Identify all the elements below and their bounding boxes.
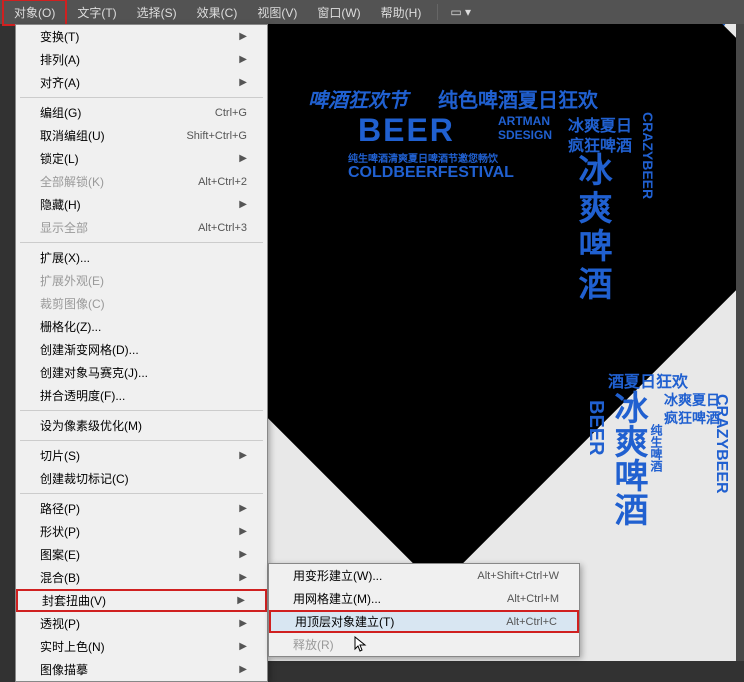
menu-help[interactable]: 帮助(H) bbox=[371, 1, 432, 24]
poster2-vert-beer: BEER bbox=[584, 400, 607, 456]
menu-live-paint[interactable]: 实时上色(N)▶ bbox=[16, 635, 267, 658]
menu-separator bbox=[20, 97, 263, 98]
chevron-right-icon: ▶ bbox=[239, 54, 247, 65]
menu-image-trace[interactable]: 图像描摹▶ bbox=[16, 658, 267, 681]
poster-beer: BEER bbox=[358, 112, 455, 149]
chevron-right-icon: ▶ bbox=[239, 618, 247, 629]
poster2-line1: 酒夏日狂欢 bbox=[608, 368, 688, 392]
chevron-right-icon: ▶ bbox=[239, 199, 247, 210]
poster-vert-crazy: CRAZYBEER bbox=[640, 112, 656, 199]
menu-blend[interactable]: 混合(B)▶ bbox=[16, 566, 267, 589]
submenu-make-with-warp[interactable]: 用变形建立(W)...Alt+Shift+Ctrl+W bbox=[269, 564, 579, 587]
poster-title-1: 啤酒狂欢节 bbox=[308, 84, 408, 113]
menu-slice[interactable]: 切片(S)▶ bbox=[16, 444, 267, 467]
submenu-make-with-top-object[interactable]: 用顶层对象建立(T)Alt+Ctrl+C bbox=[269, 610, 579, 633]
menu-object-mosaic[interactable]: 创建对象马赛克(J)... bbox=[16, 361, 267, 384]
menu-perspective[interactable]: 透视(P)▶ bbox=[16, 612, 267, 635]
menu-arrange[interactable]: 排列(A)▶ bbox=[16, 48, 267, 71]
object-menu: 变换(T)▶ 排列(A)▶ 对齐(A)▶ 编组(G)Ctrl+G 取消编组(U)… bbox=[15, 24, 268, 682]
menu-transform[interactable]: 变换(T)▶ bbox=[16, 25, 267, 48]
chevron-right-icon: ▶ bbox=[239, 153, 247, 164]
submenu-release[interactable]: 释放(R) bbox=[269, 633, 579, 656]
menu-gradient-mesh[interactable]: 创建渐变网格(D)... bbox=[16, 338, 267, 361]
chevron-right-icon: ▶ bbox=[239, 641, 247, 652]
chevron-right-icon: ▶ bbox=[239, 572, 247, 583]
menu-window[interactable]: 窗口(W) bbox=[307, 1, 370, 24]
menu-separator bbox=[20, 242, 263, 243]
chevron-right-icon: ▶ bbox=[237, 595, 245, 606]
menu-separator bbox=[20, 493, 263, 494]
chevron-right-icon: ▶ bbox=[239, 77, 247, 88]
poster-vert-brand: 冰爽啤酒 bbox=[568, 152, 617, 304]
envelope-distort-submenu: 用变形建立(W)...Alt+Shift+Ctrl+W 用网格建立(M)...A… bbox=[268, 563, 580, 657]
poster2-vert-brand: 冰爽啤酒 bbox=[604, 390, 653, 526]
menu-shape[interactable]: 形状(P)▶ bbox=[16, 520, 267, 543]
menu-envelope-distort[interactable]: 封套扭曲(V)▶ bbox=[16, 589, 267, 612]
poster-sub: 纯生啤酒清爽夏日啤酒节邀您畅饮 bbox=[348, 150, 498, 165]
menu-expand-appearance[interactable]: 扩展外观(E) bbox=[16, 269, 267, 292]
menu-show-all[interactable]: 显示全部Alt+Ctrl+3 bbox=[16, 216, 267, 239]
menu-trim-marks[interactable]: 创建裁切标记(C) bbox=[16, 467, 267, 490]
chevron-right-icon: ▶ bbox=[239, 503, 247, 514]
menu-effect[interactable]: 效果(C) bbox=[187, 1, 248, 24]
chevron-right-icon: ▶ bbox=[239, 664, 247, 675]
menu-pattern[interactable]: 图案(E)▶ bbox=[16, 543, 267, 566]
menu-rasterize[interactable]: 栅格化(Z)... bbox=[16, 315, 267, 338]
submenu-make-with-mesh[interactable]: 用网格建立(M)...Alt+Ctrl+M bbox=[269, 587, 579, 610]
menu-separator bbox=[20, 410, 263, 411]
menu-crop-image[interactable]: 裁剪图像(C) bbox=[16, 292, 267, 315]
menubar: 对象(O) 文字(T) 选择(S) 效果(C) 视图(V) 窗口(W) 帮助(H… bbox=[0, 0, 744, 24]
poster-sdesign: SDESIGN bbox=[498, 128, 552, 142]
menu-flatten-transparency[interactable]: 拼合透明度(F)... bbox=[16, 384, 267, 407]
menu-object[interactable]: 对象(O) bbox=[2, 0, 67, 26]
menu-hide[interactable]: 隐藏(H)▶ bbox=[16, 193, 267, 216]
menu-path[interactable]: 路径(P)▶ bbox=[16, 497, 267, 520]
menu-separator bbox=[20, 440, 263, 441]
poster2-vert-pure: 纯生啤酒 bbox=[648, 424, 665, 472]
panel-edge bbox=[736, 24, 744, 661]
arrange-docs-icon[interactable]: ▭ ▾ bbox=[444, 2, 477, 22]
menu-group[interactable]: 编组(G)Ctrl+G bbox=[16, 101, 267, 124]
menu-view[interactable]: 视图(V) bbox=[247, 1, 307, 24]
chevron-right-icon: ▶ bbox=[239, 450, 247, 461]
chevron-right-icon: ▶ bbox=[239, 526, 247, 537]
menu-pixel-perfect[interactable]: 设为像素级优化(M) bbox=[16, 414, 267, 437]
menubar-sep bbox=[437, 4, 438, 20]
poster-title-2: 纯色啤酒夏日狂欢 bbox=[438, 84, 598, 113]
mouse-cursor-icon bbox=[354, 636, 368, 654]
menu-lock[interactable]: 锁定(L)▶ bbox=[16, 147, 267, 170]
chevron-right-icon: ▶ bbox=[239, 31, 247, 42]
menu-expand[interactable]: 扩展(X)... bbox=[16, 246, 267, 269]
menu-select[interactable]: 选择(S) bbox=[127, 1, 187, 24]
chevron-right-icon: ▶ bbox=[239, 549, 247, 560]
menu-text[interactable]: 文字(T) bbox=[67, 1, 126, 24]
poster2-vert-crazy: CRAZYBEER bbox=[712, 394, 730, 494]
poster-artman: ARTMAN bbox=[498, 114, 550, 128]
menu-align[interactable]: 对齐(A)▶ bbox=[16, 71, 267, 94]
menu-unlock-all[interactable]: 全部解锁(K)Alt+Ctrl+2 bbox=[16, 170, 267, 193]
poster-fest: COLDBEERFESTIVAL bbox=[348, 164, 514, 182]
menu-ungroup[interactable]: 取消编组(U)Shift+Ctrl+G bbox=[16, 124, 267, 147]
